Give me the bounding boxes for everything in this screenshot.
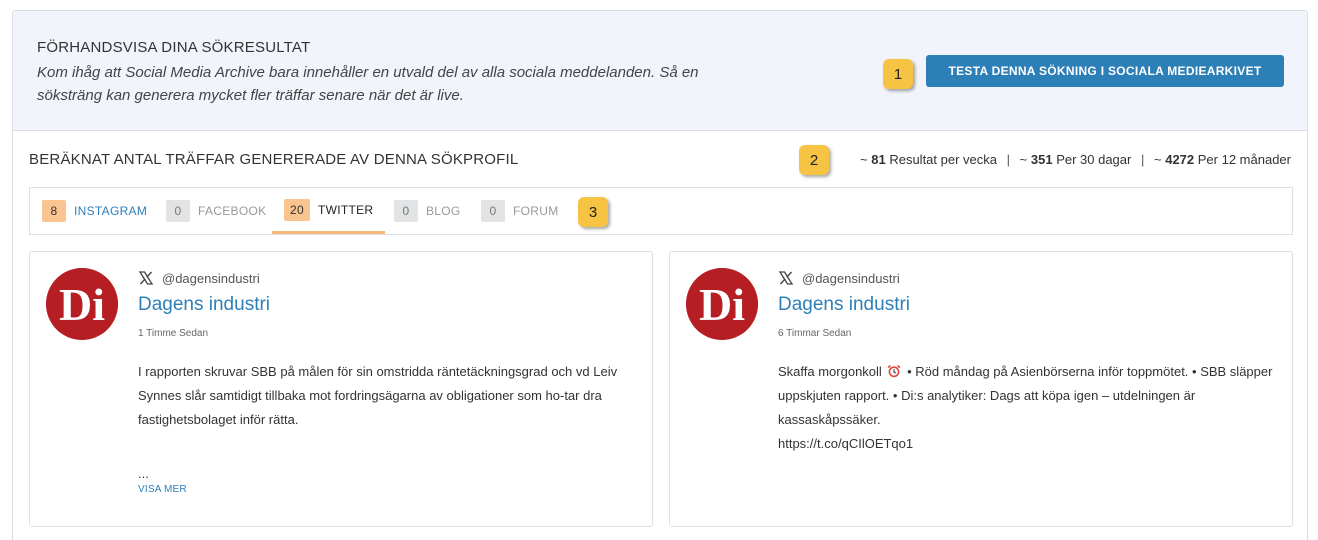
post-time: 1 Timme Sedan [138, 328, 209, 339]
week-label: Resultat per vecka [889, 152, 997, 167]
preview-header: FÖRHANDSVISA DINA SÖKRESULTAT Kom ihåg a… [13, 11, 1307, 131]
post-card: Di @dagensindustri Dagens industri 6 Tim… [669, 251, 1293, 527]
step-badge-3: 3 [578, 197, 608, 227]
tab-label: FACEBOOK [198, 204, 267, 218]
tab-count: 20 [284, 198, 310, 221]
separator: | [1006, 152, 1011, 167]
avatar: Di [686, 268, 758, 340]
tab-label: INSTAGRAM [74, 204, 148, 218]
tab-count: 0 [481, 200, 505, 222]
year-label: Per 12 månader [1197, 152, 1291, 167]
step-badge-2: 2 [799, 145, 829, 175]
tab-blog[interactable]: 0 BLOG [394, 188, 461, 234]
tab-facebook[interactable]: 0 FACEBOOK [166, 188, 266, 234]
search-preview-panel: FÖRHANDSVISA DINA SÖKRESULTAT Kom ihåg a… [12, 10, 1308, 540]
step-badge-1: 1 [883, 59, 913, 89]
avatar: Di [46, 268, 118, 340]
post-text: Skaffa morgonkoll • Röd måndag på Asienb… [778, 360, 1278, 456]
x-logo-icon [778, 271, 794, 285]
test-search-button[interactable]: TESTA DENNA SÖKNING I SOCIALA MEDIEARKIV… [926, 55, 1284, 87]
author-link[interactable]: Dagens industri [138, 294, 270, 316]
estimate-title: BERÄKNAT ANTAL TRÄFFAR GENERERADE AV DEN… [29, 151, 519, 168]
handle-text: @dagensindustri [162, 270, 260, 286]
week-value: 81 [871, 152, 886, 167]
hit-estimates: ~ 81 Resultat per vecka | ~ 351 Per 30 d… [860, 152, 1291, 167]
tab-count: 8 [42, 200, 66, 222]
tab-label: FORUM [513, 204, 559, 218]
prefix: ~ [1154, 152, 1162, 167]
avatar-text: Di [59, 279, 105, 330]
tab-label: BLOG [426, 204, 461, 218]
month-value: 351 [1030, 152, 1053, 167]
tab-twitter[interactable]: 20 TWITTER [272, 188, 386, 234]
month-label: Per 30 dagar [1056, 152, 1132, 167]
preview-title: FÖRHANDSVISA DINA SÖKRESULTAT [37, 39, 311, 56]
post-time: 6 Timmar Sedan [778, 328, 852, 339]
post-text-start: Skaffa morgonkoll [778, 364, 882, 379]
avatar-text: Di [699, 279, 745, 330]
author-link[interactable]: Dagens industri [778, 294, 910, 316]
year-value: 4272 [1165, 152, 1195, 167]
prefix: ~ [860, 152, 868, 167]
prefix: ~ [1019, 152, 1028, 167]
post-card: Di @dagensindustri Dagens industri 1 Tim… [29, 251, 653, 527]
post-handle: @dagensindustri [778, 270, 900, 286]
handle-text: @dagensindustri [802, 270, 900, 286]
post-link[interactable]: https://t.co/qCIlOETqo1 [778, 436, 913, 451]
x-logo-icon [138, 271, 154, 285]
tab-count: 0 [394, 200, 418, 222]
alarm-clock-icon [888, 365, 901, 378]
post-handle: @dagensindustri [138, 270, 260, 286]
tab-count: 0 [166, 200, 190, 222]
tab-label: TWITTER [317, 202, 374, 217]
tab-instagram[interactable]: 8 INSTAGRAM [42, 188, 147, 234]
truncation-ellipsis: ... [138, 466, 149, 481]
separator: | [1140, 152, 1145, 167]
preview-description: Kom ihåg att Social Media Archive bara i… [37, 64, 699, 104]
source-tabs: 8 INSTAGRAM 0 FACEBOOK 20 TWITTER 0 BLOG… [29, 187, 1293, 235]
tab-forum[interactable]: 0 FORUM [481, 188, 559, 234]
show-more-link[interactable]: VISA MER [138, 484, 187, 495]
post-text: I rapporten skruvar SBB på målen för sin… [138, 364, 618, 427]
